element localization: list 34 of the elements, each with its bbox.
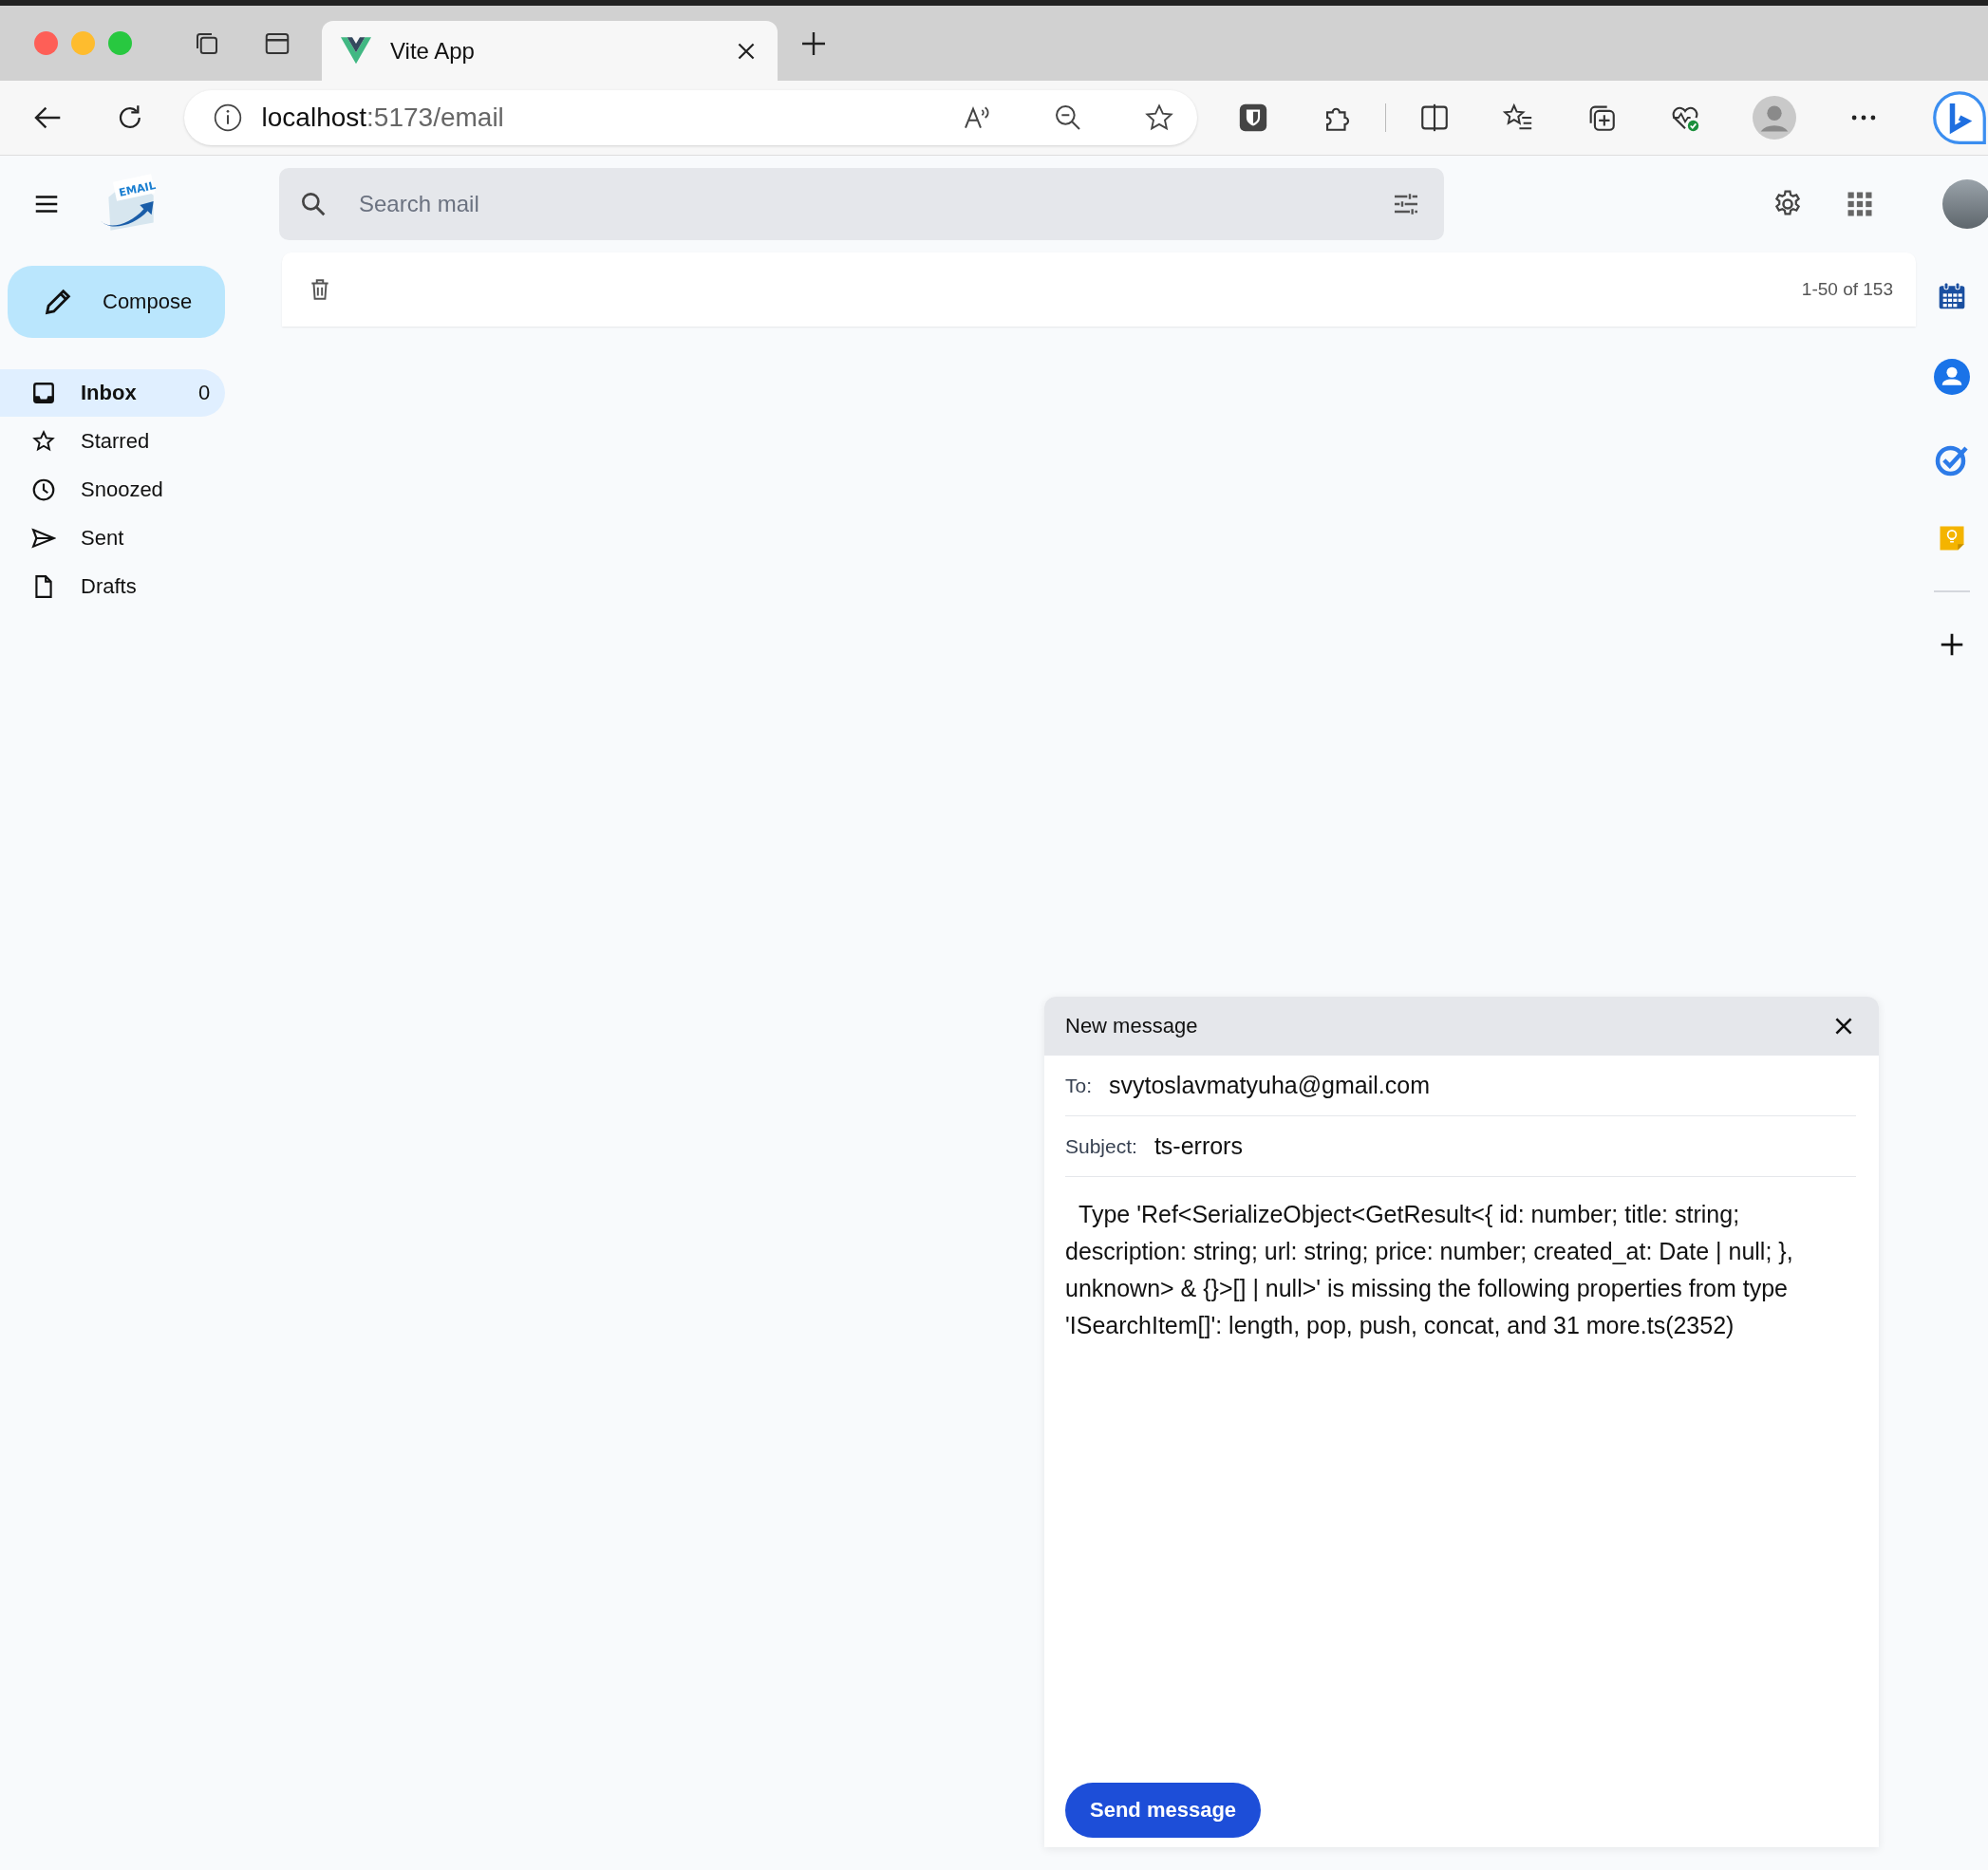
subject-field[interactable]: ts-errors	[1153, 1132, 1243, 1160]
inbox-tray-icon	[31, 381, 56, 405]
chat-bubble-icon[interactable]	[1931, 89, 1988, 146]
avatar-photo-placeholder[interactable]	[1942, 179, 1988, 229]
contact-icon[interactable]	[1934, 359, 1970, 395]
send-message-button[interactable]: Send message	[1065, 1783, 1262, 1838]
to-field[interactable]: svytoslavmatyuha@gmail.com	[1109, 1072, 1430, 1099]
calendar-icon[interactable]	[1937, 281, 1967, 311]
unread-count: 0	[198, 381, 211, 405]
nav-item[interactable]: Drafts	[0, 563, 225, 610]
clock-icon	[31, 477, 56, 502]
star-icon[interactable]	[1144, 103, 1174, 133]
nav-item[interactable]: Sent	[0, 514, 225, 562]
star-icon	[31, 429, 56, 454]
shield-icon[interactable]	[1237, 102, 1269, 134]
info-icon[interactable]	[212, 103, 243, 133]
paper-plane-icon	[31, 526, 56, 551]
profile-avatar-icon[interactable]	[1753, 96, 1796, 140]
subject-label: Subject:	[1065, 1134, 1137, 1158]
dialog-title: New message	[1065, 1014, 1198, 1038]
nav-item[interactable]: Snoozed	[0, 466, 225, 514]
nav-item[interactable]: Starred	[0, 418, 225, 465]
browser-tab[interactable]: Vite App	[322, 21, 778, 81]
search-bar[interactable]: Search mail	[279, 168, 1444, 240]
nav-item[interactable]: Inbox 0	[0, 369, 225, 417]
to-label: To:	[1065, 1074, 1092, 1097]
pagination-text: 1-50 of 153	[1801, 279, 1893, 300]
v-logo-icon	[341, 36, 371, 65]
message-body-field[interactable]: Type 'Ref<SerializeObject<GetResult<{ id: number; title: string; description: string; url: string; price: number; created_at: Date | null; }, unknown> & {}>[] | null>' is missing the following properties from type 'ISearchItem[]': length, pop, push, concat, and 31 more.ts(2352)	[1065, 1177, 1856, 1783]
address-field[interactable]: localhost:5173/email	[183, 90, 1197, 145]
apps-grid-icon[interactable]	[1846, 190, 1874, 218]
compose-button[interactable]: Compose	[8, 266, 225, 338]
search-field[interactable]: Search mail	[357, 190, 1362, 218]
split-screen-icon[interactable]	[1418, 102, 1451, 134]
